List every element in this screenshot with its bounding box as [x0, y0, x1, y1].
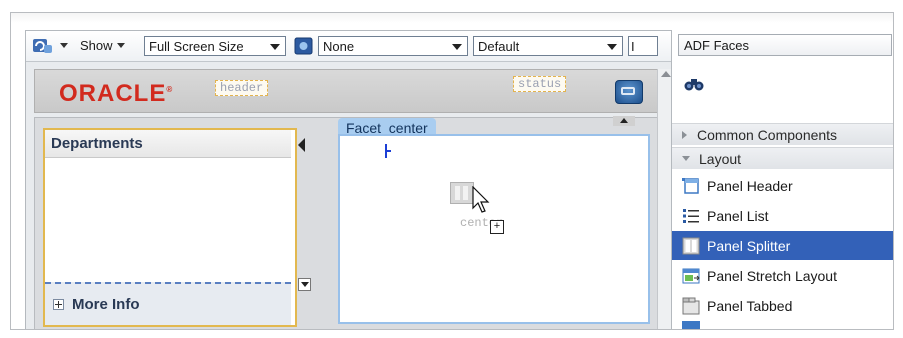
more-info-label: More Info — [72, 296, 140, 313]
palette-item-panel-header[interactable]: Panel Header — [672, 171, 893, 200]
page-header-region: ORACLE® header status — [34, 69, 667, 113]
panel-stretch-icon — [682, 268, 700, 283]
screen-size-value: Full Screen Size — [149, 38, 244, 54]
visual-editor: Show Full Screen Size None Default I ORA… — [25, 30, 675, 329]
refresh-dropdown-caret[interactable] — [60, 43, 68, 48]
show-caret-icon — [116, 43, 125, 48]
scroll-down-icon[interactable] — [298, 278, 311, 291]
center-facet-dropzone[interactable]: center + — [338, 134, 650, 324]
show-menu[interactable]: Show — [80, 36, 131, 55]
status-facet[interactable]: status — [513, 76, 567, 92]
section-common-components[interactable]: Common Components — [672, 123, 893, 145]
pointer-cursor-icon — [472, 186, 490, 213]
maximize-icon[interactable] — [615, 80, 643, 104]
panel-splitter-region: Departments More Info Facet center cente… — [34, 116, 667, 329]
truncated-select[interactable]: I — [628, 36, 658, 56]
section-layout[interactable]: Layout — [672, 147, 893, 169]
insertion-marker — [385, 144, 391, 158]
item-label: Panel Stretch Layout — [707, 267, 837, 284]
panel-header-icon — [682, 177, 699, 194]
collapse-up-icon[interactable] — [613, 116, 635, 126]
panel-tabbed-icon — [682, 297, 700, 314]
editor-toolbar: Show Full Screen Size None Default I — [26, 31, 674, 62]
truncated-value: I — [631, 38, 635, 54]
refresh-icon — [33, 38, 52, 53]
palette-item-partial[interactable] — [672, 321, 893, 329]
show-label: Show — [80, 38, 113, 53]
palette-item-panel-stretch-layout[interactable]: Panel Stretch Layout — [672, 261, 893, 290]
scroll-up-icon[interactable] — [661, 71, 671, 77]
component-palette: ADF Faces Common Components Layout Panel… — [671, 30, 893, 329]
palette-item-panel-tabbed[interactable]: Panel Tabbed — [672, 291, 893, 320]
item-label: Panel List — [707, 207, 769, 224]
section-label: Common Components — [697, 126, 838, 143]
panel-list-icon — [683, 208, 699, 223]
collapse-arrow-icon — [682, 156, 690, 161]
screenshot-frame: Show Full Screen Size None Default I ORA… — [10, 12, 894, 330]
style-value: Default — [478, 38, 520, 54]
frame-shadow — [11, 13, 893, 23]
library-select[interactable]: ADF Faces — [678, 34, 892, 56]
oracle-logo: ORACLE® — [59, 80, 174, 107]
collapse-left-icon[interactable] — [298, 138, 305, 152]
section-label: Layout — [699, 150, 742, 167]
style-select[interactable]: Default — [473, 36, 623, 56]
palette-item-panel-list[interactable]: Panel List — [672, 201, 893, 230]
skin-icon-button[interactable] — [294, 36, 314, 55]
item-label: Panel Header — [707, 177, 793, 194]
skin-value: None — [323, 38, 355, 54]
item-label: Panel Tabbed — [707, 297, 793, 314]
panel-item-icon — [682, 321, 700, 329]
chevron-down-icon — [452, 44, 462, 50]
brand-text: ORACLE — [59, 80, 167, 107]
panel-splitter-drag-icon — [450, 182, 474, 204]
chevron-down-icon — [270, 44, 280, 50]
expand-arrow-icon — [682, 130, 687, 139]
drop-plus-icon: + — [490, 220, 504, 234]
more-info-panel[interactable]: More Info — [45, 282, 291, 325]
skin-icon — [294, 37, 313, 54]
screen-size-select[interactable]: Full Screen Size — [144, 36, 286, 56]
chevron-down-icon — [607, 44, 617, 50]
skin-select[interactable]: None — [318, 36, 468, 56]
binoculars-icon[interactable] — [684, 76, 704, 92]
refresh-button[interactable] — [32, 36, 74, 55]
item-label: Panel Splitter — [707, 237, 791, 254]
header-facet[interactable]: header — [215, 80, 269, 96]
expand-plus-icon[interactable] — [53, 299, 64, 310]
departments-pane[interactable]: Departments More Info — [43, 128, 297, 327]
panel-splitter-icon — [682, 237, 700, 254]
departments-header: Departments — [45, 130, 291, 158]
palette-item-panel-splitter[interactable]: Panel Splitter — [672, 231, 893, 260]
